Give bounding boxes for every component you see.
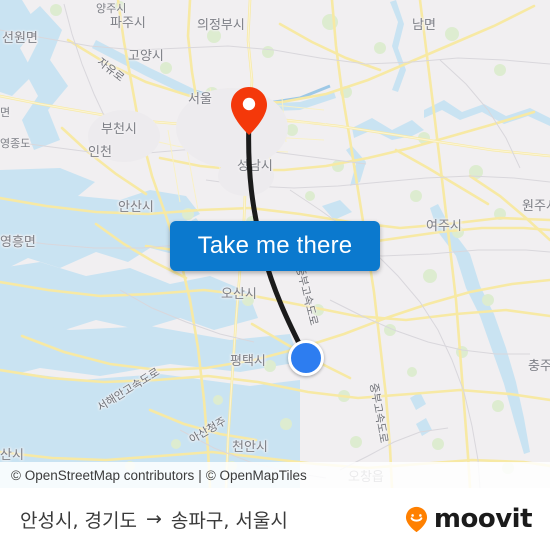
moovit-route-card: 파주시 의정부시 남면 선원면 양주시 고양시 자유로 서울 부천시 인천 성남시 영종도 면 안산시 여주… xyxy=(0,0,550,550)
route-destination-label: 송파구, 서울시 xyxy=(170,509,288,532)
footer-bar: 안성시, 경기도 → 송파구, 서울시 moovit xyxy=(0,488,550,550)
arrow-right-icon: → xyxy=(145,508,162,530)
route-origin-label: 안성시, 경기도 xyxy=(20,509,137,532)
osm-attribution-link[interactable]: © OpenStreetMap contributors xyxy=(11,468,194,483)
map-attribution: © OpenStreetMap contributors | © OpenMap… xyxy=(0,462,550,488)
take-me-there-button[interactable]: Take me there xyxy=(170,221,380,271)
attribution-separator: | xyxy=(198,467,202,483)
origin-location-dot[interactable] xyxy=(288,340,324,376)
openmaptiles-attribution-link[interactable]: © OpenMapTiles xyxy=(206,468,307,483)
moovit-wordmark: moovit xyxy=(433,504,533,534)
map-viewport[interactable]: 파주시 의정부시 남면 선원면 양주시 고양시 자유로 서울 부천시 인천 성남시 영종도 면 안산시 여주… xyxy=(0,0,550,488)
route-caption: 안성시, 경기도 → 송파구, 서울시 xyxy=(20,488,288,550)
map-pin-icon xyxy=(231,87,267,135)
moovit-logo[interactable]: moovit xyxy=(403,488,533,550)
moovit-pin-smiley-icon xyxy=(405,506,427,532)
take-me-there-label: Take me there xyxy=(197,232,353,259)
destination-pin-marker[interactable] xyxy=(231,87,267,135)
